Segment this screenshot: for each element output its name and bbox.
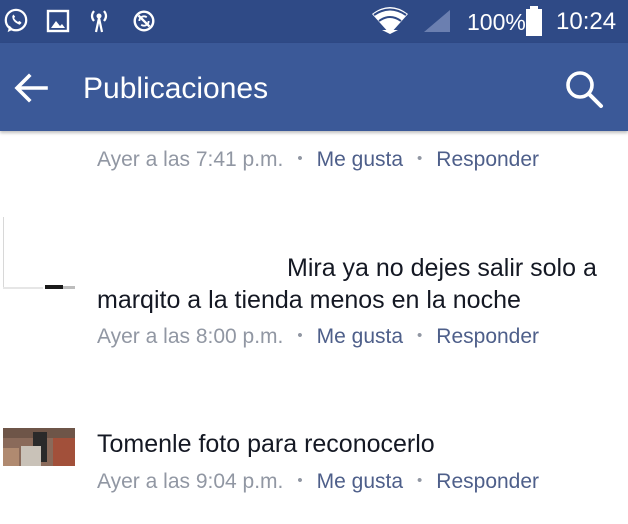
- clock: 10:24: [556, 8, 617, 35]
- battery-icon: [526, 6, 542, 36]
- comment-time: Ayer a las 7:41 p.m.: [97, 148, 284, 171]
- whatsapp-icon: [4, 8, 28, 33]
- wifi-icon: [372, 7, 408, 34]
- like-link[interactable]: Me gusta: [317, 325, 403, 348]
- hotspot-icon: [90, 10, 108, 33]
- app-bar: Publicaciones: [0, 43, 628, 131]
- comment-text: Tomenle foto para reconocerlo: [97, 430, 435, 458]
- arrow-left-icon[interactable]: [10, 67, 52, 109]
- reply-link[interactable]: Responder: [436, 148, 539, 171]
- battery-percent: 100%: [467, 9, 526, 35]
- separator-dot: •: [297, 472, 303, 489]
- search-icon[interactable]: [562, 67, 606, 111]
- like-link[interactable]: Me gusta: [317, 148, 403, 171]
- comment-meta: Ayer a las 8:00 p.m. • Me gusta • Responder: [97, 322, 539, 351]
- comment-meta: Ayer a las 7:41 p.m. • Me gusta • Responder: [97, 145, 539, 174]
- blocked-sync-icon: [133, 10, 155, 32]
- comment-text-line-1: Mira ya no dejes salir solo a: [287, 254, 597, 282]
- avatar[interactable]: [3, 428, 75, 466]
- status-bar: 100% 10:24: [0, 0, 628, 43]
- comments-list: Ayer a las 7:41 p.m. • Me gusta • Responder …: [0, 131, 628, 524]
- separator-dot: •: [417, 150, 423, 167]
- separator-dot: •: [417, 327, 423, 344]
- comment-meta: Ayer a las 9:04 p.m. • Me gusta • Responder: [97, 467, 539, 496]
- comment-time: Ayer a las 9:04 p.m.: [97, 470, 284, 493]
- reply-link[interactable]: Responder: [436, 325, 539, 348]
- comment-time: Ayer a las 8:00 p.m.: [97, 325, 284, 348]
- reply-link[interactable]: Responder: [436, 470, 539, 493]
- page-title: Publicaciones: [83, 72, 269, 105]
- separator-dot: •: [297, 150, 303, 167]
- separator-dot: •: [297, 327, 303, 344]
- comment-text-line-2: marqito a la tienda menos en la noche: [97, 286, 521, 314]
- separator-dot: •: [417, 472, 423, 489]
- avatar[interactable]: [3, 217, 75, 289]
- like-link[interactable]: Me gusta: [317, 470, 403, 493]
- signal-icon: [424, 10, 450, 32]
- image-icon: [46, 9, 70, 33]
